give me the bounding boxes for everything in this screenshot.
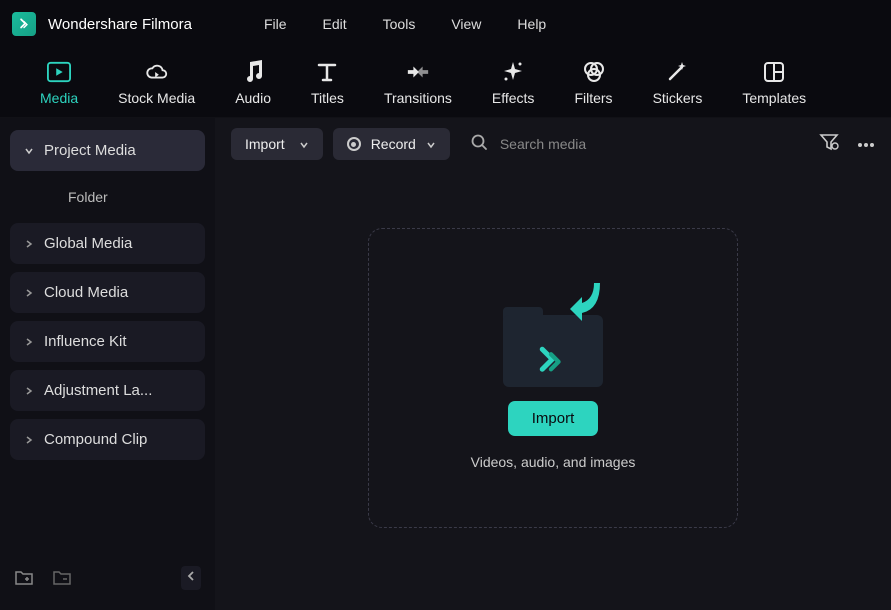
chevron-right-icon bbox=[24, 337, 34, 347]
collapse-sidebar-button[interactable] bbox=[181, 566, 201, 590]
menu-file[interactable]: File bbox=[264, 16, 287, 32]
sidebar-sub-label: Folder bbox=[68, 189, 108, 205]
filters-icon bbox=[582, 60, 606, 84]
tab-transitions[interactable]: Transitions bbox=[384, 60, 452, 106]
search-input[interactable] bbox=[500, 136, 660, 152]
sidebar-item-label: Project Media bbox=[44, 142, 136, 159]
sidebar-item-label: Cloud Media bbox=[44, 284, 128, 301]
chevron-right-icon bbox=[24, 386, 34, 396]
tab-label: Media bbox=[40, 90, 78, 106]
import-illustration-icon bbox=[498, 287, 608, 387]
record-dropdown[interactable]: Record bbox=[333, 128, 450, 160]
import-dropdown-label: Import bbox=[245, 136, 285, 152]
sidebar-item-label: Adjustment La... bbox=[44, 382, 152, 399]
sidebar: Project Media Folder Global Media Cloud … bbox=[0, 118, 215, 610]
tab-label: Templates bbox=[742, 90, 806, 106]
sparkle-icon bbox=[501, 60, 525, 84]
tab-label: Effects bbox=[492, 90, 535, 106]
menu-help[interactable]: Help bbox=[517, 16, 546, 32]
sidebar-list: Project Media Folder Global Media Cloud … bbox=[10, 130, 205, 558]
sidebar-sub-folder[interactable]: Folder bbox=[10, 179, 205, 215]
import-button[interactable]: Import bbox=[508, 401, 599, 436]
remove-folder-button[interactable] bbox=[52, 569, 72, 587]
text-icon bbox=[315, 60, 339, 84]
wand-icon bbox=[665, 60, 689, 84]
tab-filters[interactable]: Filters bbox=[574, 60, 612, 106]
content-area: Project Media Folder Global Media Cloud … bbox=[0, 118, 891, 610]
tab-label: Filters bbox=[574, 90, 612, 106]
record-dropdown-label: Record bbox=[371, 136, 416, 152]
chevron-down-icon bbox=[426, 136, 436, 152]
tab-templates[interactable]: Templates bbox=[742, 60, 806, 106]
search-icon bbox=[470, 133, 488, 156]
chevron-right-icon bbox=[24, 288, 34, 298]
chevron-down-icon bbox=[24, 146, 34, 156]
tab-media[interactable]: Media bbox=[40, 60, 78, 106]
sidebar-footer bbox=[10, 558, 205, 598]
tab-label: Titles bbox=[311, 90, 344, 106]
menubar: File Edit Tools View Help bbox=[264, 16, 546, 32]
filter-button[interactable] bbox=[819, 133, 839, 156]
sidebar-item-label: Global Media bbox=[44, 235, 132, 252]
sidebar-item-global-media[interactable]: Global Media bbox=[10, 223, 205, 264]
sidebar-item-compound-clip[interactable]: Compound Clip bbox=[10, 419, 205, 460]
music-note-icon bbox=[241, 60, 265, 84]
sidebar-item-label: Influence Kit bbox=[44, 333, 127, 350]
search-wrap bbox=[460, 133, 809, 156]
tab-label: Stock Media bbox=[118, 90, 195, 106]
tab-label: Stickers bbox=[653, 90, 703, 106]
tab-label: Audio bbox=[235, 90, 271, 106]
transitions-icon bbox=[406, 60, 430, 84]
toolbar-right bbox=[819, 133, 875, 156]
cloud-icon bbox=[145, 60, 169, 84]
app-logo-icon bbox=[12, 12, 36, 36]
menu-tools[interactable]: Tools bbox=[383, 16, 416, 32]
tab-label: Transitions bbox=[384, 90, 452, 106]
media-icon bbox=[47, 60, 71, 84]
chevron-right-icon bbox=[24, 435, 34, 445]
import-dropdown[interactable]: Import bbox=[231, 128, 323, 160]
tab-stickers[interactable]: Stickers bbox=[653, 60, 703, 106]
record-icon bbox=[347, 137, 361, 151]
menu-edit[interactable]: Edit bbox=[323, 16, 347, 32]
sidebar-item-project-media[interactable]: Project Media bbox=[10, 130, 205, 171]
sidebar-item-label: Compound Clip bbox=[44, 431, 147, 448]
tab-titles[interactable]: Titles bbox=[311, 60, 344, 106]
sidebar-item-adjustment-layer[interactable]: Adjustment La... bbox=[10, 370, 205, 411]
app-title: Wondershare Filmora bbox=[48, 16, 192, 33]
tabbar: Media Stock Media Audio Titles Transitio… bbox=[0, 48, 891, 118]
drop-zone-wrap: Import Videos, audio, and images bbox=[215, 170, 891, 610]
main-panel: Import Record bbox=[215, 118, 891, 610]
titlebar: Wondershare Filmora File Edit Tools View… bbox=[0, 0, 891, 48]
drop-zone[interactable]: Import Videos, audio, and images bbox=[368, 228, 738, 528]
new-folder-button[interactable] bbox=[14, 569, 34, 587]
templates-icon bbox=[762, 60, 786, 84]
chevron-right-icon bbox=[24, 239, 34, 249]
menu-view[interactable]: View bbox=[451, 16, 481, 32]
tab-audio[interactable]: Audio bbox=[235, 60, 271, 106]
sidebar-item-influence-kit[interactable]: Influence Kit bbox=[10, 321, 205, 362]
tab-stock-media[interactable]: Stock Media bbox=[118, 60, 195, 106]
sidebar-item-cloud-media[interactable]: Cloud Media bbox=[10, 272, 205, 313]
toolbar: Import Record bbox=[215, 118, 891, 170]
tab-effects[interactable]: Effects bbox=[492, 60, 535, 106]
drop-zone-caption: Videos, audio, and images bbox=[471, 454, 636, 470]
more-options-button[interactable] bbox=[857, 135, 875, 153]
chevron-down-icon bbox=[299, 136, 309, 152]
